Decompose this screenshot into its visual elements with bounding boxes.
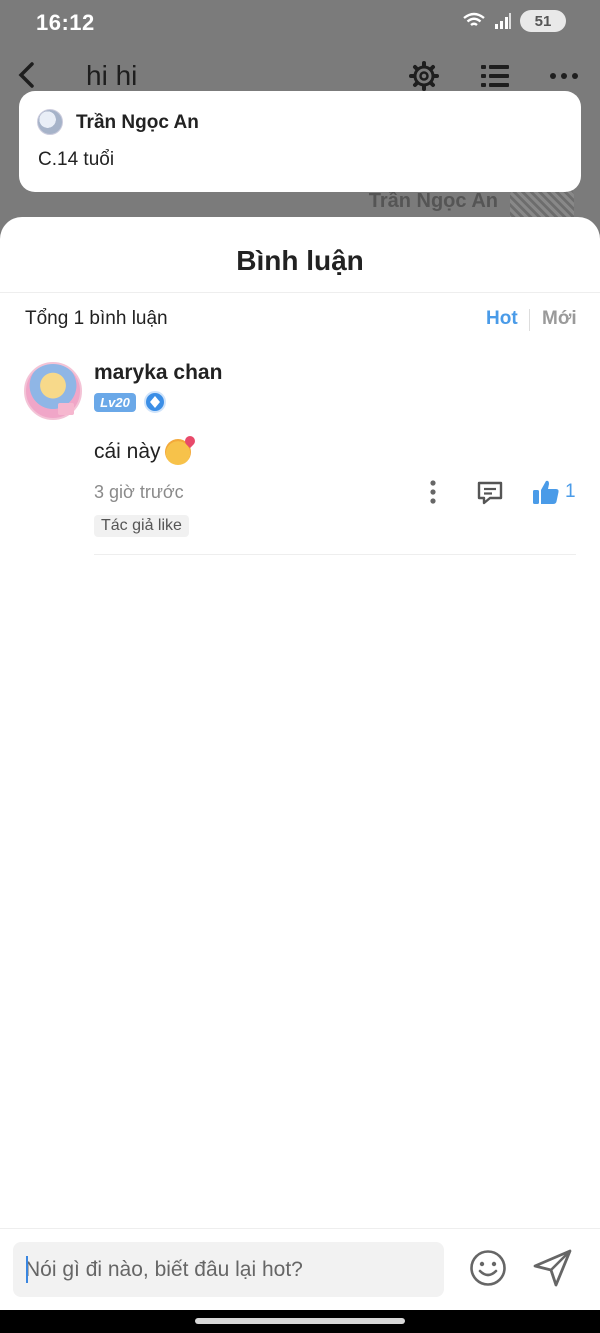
comment-text-content: cái này [94,440,161,463]
thumbs-up-icon[interactable] [532,478,560,506]
author-like-badge: Tác giả like [94,515,189,537]
back-arrow-icon[interactable] [14,60,40,90]
status-icons: 51 [462,10,566,32]
wifi-icon [463,12,485,26]
background-author-name: Trần Ngọc An [368,190,498,212]
reply-comment-icon[interactable] [476,479,504,507]
signal-icon [495,13,511,29]
sort-new-tab[interactable]: Mới [542,308,577,330]
more-options-icon[interactable] [548,60,580,92]
gear-icon[interactable] [408,60,440,92]
sheet-title: Bình luận [236,245,364,276]
status-time: 16:12 [36,10,95,35]
divider [94,554,576,555]
home-gesture-handle[interactable] [195,1318,405,1324]
more-vertical-icon[interactable] [425,479,441,505]
divider [0,292,600,293]
emoji-icon[interactable] [468,1248,508,1288]
diamond-icon [144,391,166,413]
comment-timestamp: 3 giờ trước [94,482,184,502]
comment-text: cái này [94,439,191,465]
divider [0,1228,600,1229]
like-count: 1 [565,481,576,502]
system-navigation-bar [0,1310,600,1333]
comment-username[interactable]: maryka chan [94,361,222,385]
level-badge: Lv20 [94,393,136,412]
list-icon[interactable] [479,60,511,92]
comment-count: Tổng 1 bình luận [25,308,168,329]
sort-hot-tab[interactable]: Hot [486,308,518,330]
divider [529,309,530,331]
notification-popup[interactable]: Trần Ngọc An C.14 tuổi [19,91,581,192]
battery-indicator: 51 [520,10,566,32]
text-caret [26,1256,28,1283]
avatar-frame-badge [58,403,74,415]
page-title: hi hi [86,60,138,91]
notification-avatar [37,109,63,135]
notification-sender: Trần Ngọc An [76,112,199,133]
notification-message: C.14 tuổi [38,149,115,170]
comment-input[interactable] [13,1242,444,1297]
send-icon[interactable] [532,1248,574,1288]
comments-sheet: Bình luận Tổng 1 bình luận Hot Mới maryk… [0,217,600,1310]
smiling-face-with-hearts-icon [164,439,191,465]
